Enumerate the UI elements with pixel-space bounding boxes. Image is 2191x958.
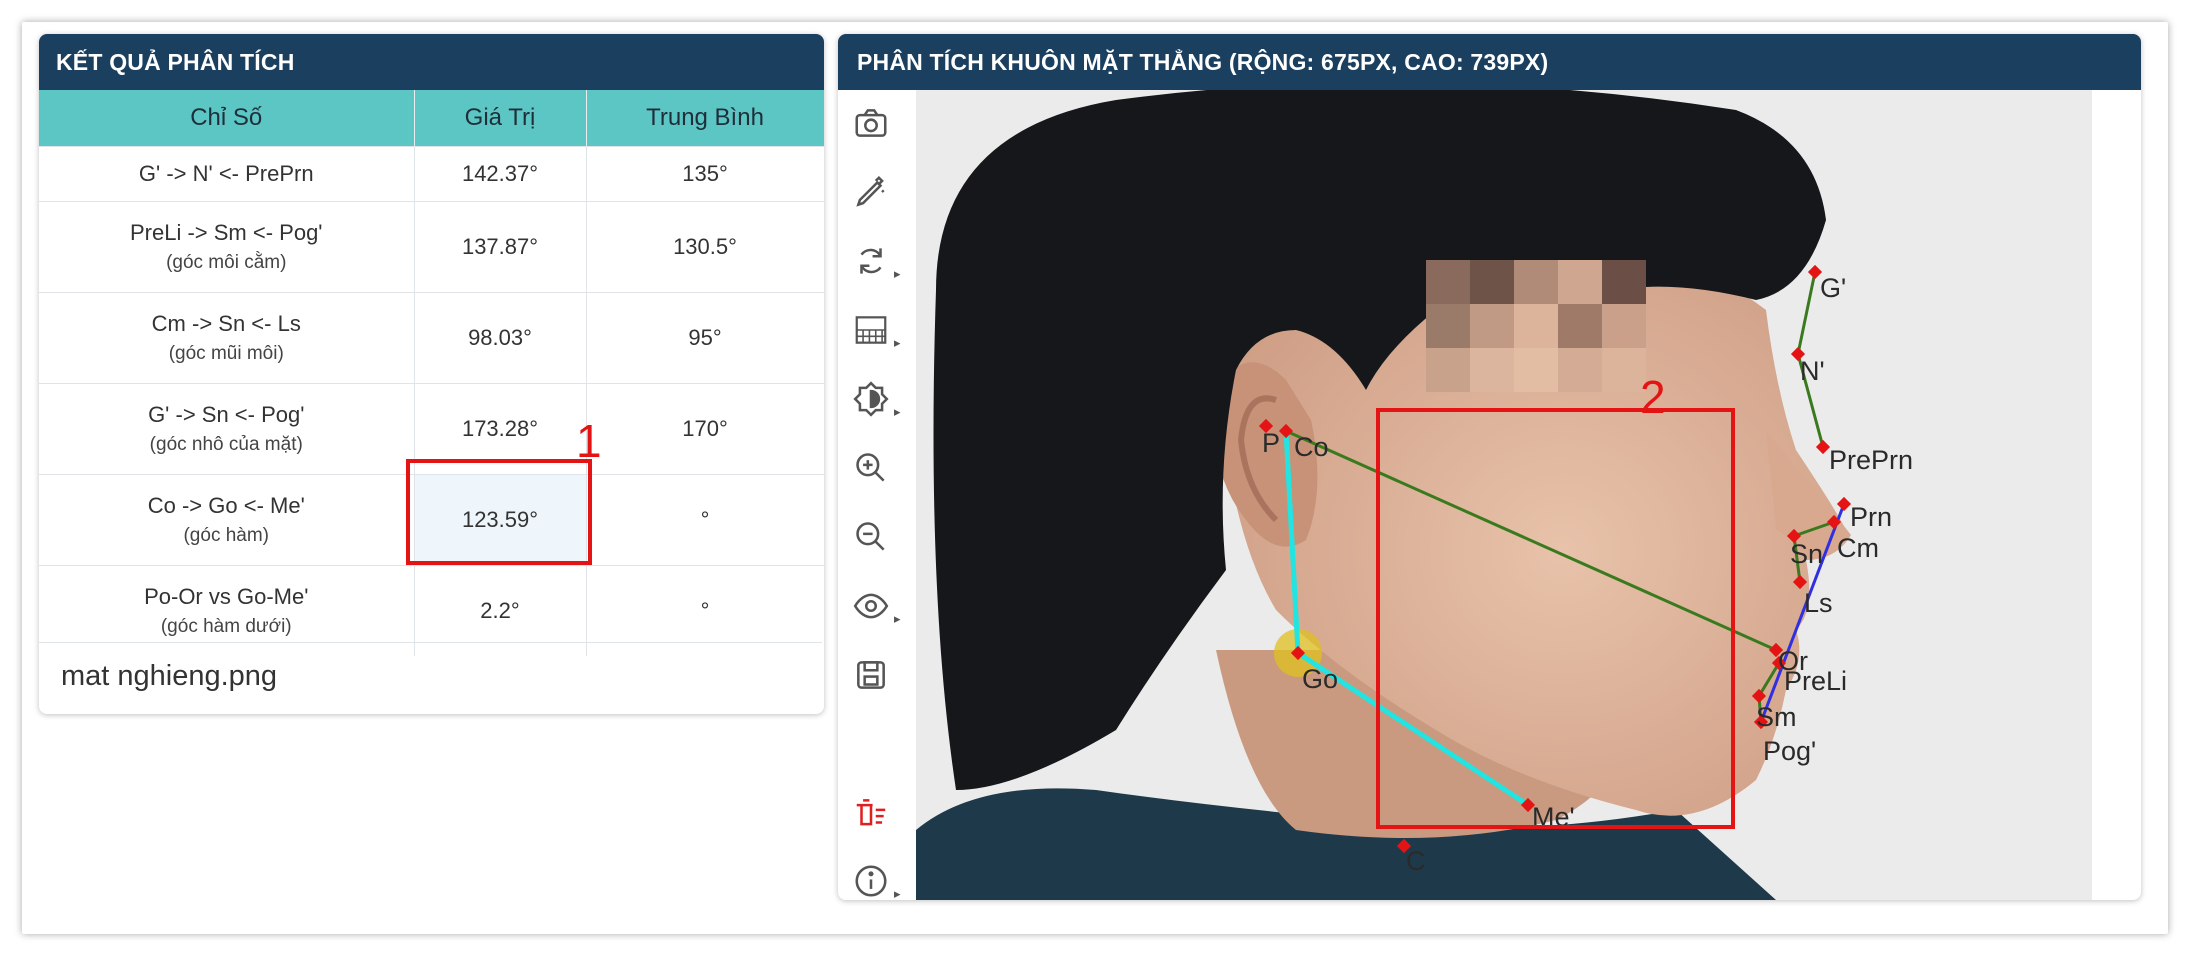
- landmark-label-cm: Cm: [1837, 533, 1879, 563]
- filename-field[interactable]: mat nghieng.png: [39, 642, 822, 710]
- mean-cell: 130.5°: [586, 201, 824, 293]
- eye-icon[interactable]: ▸: [850, 585, 901, 627]
- table-row: PreLi -> Sm <- Pog' (góc môi cằm) 137.87°…: [39, 201, 824, 293]
- annotation-label-2: 2: [1640, 371, 1666, 423]
- index-name: Cm -> Sn <- Ls: [151, 311, 301, 336]
- annotation-label-1: 1: [576, 415, 602, 467]
- chevron-right-icon: ▸: [894, 266, 901, 281]
- index-name: PreLi -> Sm <- Pog': [130, 220, 323, 245]
- landmark-label-ls: Ls: [1804, 588, 1833, 618]
- value-cell: 98.03°: [414, 292, 587, 384]
- tool-sidebar: ▸ ▸ ▸ ▸ ▸: [838, 90, 916, 900]
- info-icon[interactable]: ▸: [850, 860, 901, 900]
- mean-cell: 95°: [586, 292, 824, 384]
- clear-icon[interactable]: [850, 792, 892, 834]
- mean-cell: 170°: [586, 383, 824, 475]
- index-name: G' -> Sn <- Pog': [148, 402, 305, 427]
- save-icon[interactable]: [850, 654, 892, 696]
- landmark-label-go: Go: [1302, 664, 1338, 694]
- landmark-label-preli: PreLi: [1784, 666, 1847, 696]
- results-panel-title: KẾT QUẢ PHÂN TÍCH: [39, 34, 824, 90]
- pen-icon[interactable]: [850, 171, 892, 213]
- chevron-right-icon: ▸: [894, 611, 901, 626]
- landmark-label-pog: Pog': [1763, 736, 1816, 766]
- zoom-out-icon[interactable]: [850, 516, 892, 558]
- landmark-label-sm: Sm: [1756, 702, 1797, 732]
- mean-cell: 135°: [586, 146, 824, 202]
- landmark-label-sn: Sn: [1790, 539, 1823, 569]
- chevron-right-icon: ▸: [894, 335, 901, 350]
- index-note: (góc hàm): [183, 525, 270, 546]
- index-name: Co -> Go <- Me': [147, 493, 305, 518]
- contrast-icon[interactable]: ▸: [850, 378, 901, 420]
- column-header-index: Chỉ Số: [39, 90, 415, 147]
- landmark-label-preprn: PrePrn: [1829, 445, 1913, 475]
- value-cell: 137.87°: [414, 201, 587, 293]
- chevron-right-icon: ▸: [894, 404, 901, 419]
- index-note: (góc mũi môi): [168, 343, 284, 364]
- column-header-value: Giá Trị: [414, 90, 587, 147]
- index-cell: G' -> Sn <- Pog' (góc nhô của mặt): [39, 383, 415, 475]
- landmark-label-n: N': [1800, 356, 1825, 386]
- index-cell: Cm -> Sn <- Ls (góc mũi môi): [39, 292, 415, 384]
- pattern-icon[interactable]: ▸: [850, 309, 901, 351]
- index-cell: Co -> Go <- Me' (góc hàm): [39, 474, 415, 566]
- landmark-label-prn: Prn: [1850, 502, 1892, 532]
- landmark-label-g: G': [1820, 273, 1846, 303]
- zoom-in-icon[interactable]: [850, 447, 892, 489]
- index-cell: G' -> N' <- PrePrn: [39, 146, 415, 202]
- analysis-panel-title: PHÂN TÍCH KHUÔN MẶT THẲNG (RỘNG: 675PX, …: [838, 34, 2141, 90]
- index-cell: PreLi -> Sm <- Pog' (góc môi cằm): [39, 201, 415, 293]
- table-row: Cm -> Sn <- Ls (góc mũi môi) 98.03° 95°: [39, 292, 824, 384]
- landmark-label-po: P: [1262, 428, 1280, 458]
- index-note: (góc nhô của mặt): [149, 434, 303, 455]
- results-table: Chỉ Số Giá Trị Trung Bình G' -> N' <- Pr…: [39, 90, 824, 656]
- landmark-label-co: Co: [1294, 432, 1329, 462]
- results-panel: KẾT QUẢ PHÂN TÍCH Chỉ Số Giá Trị Trung B…: [39, 34, 824, 714]
- camera-icon[interactable]: [850, 102, 892, 144]
- table-header-row: Chỉ Số Giá Trị Trung Bình: [39, 90, 824, 147]
- column-header-mean: Trung Bình: [586, 90, 824, 147]
- value-cell: 142.37°: [414, 146, 587, 202]
- index-name: G' -> N' <- PrePrn: [138, 161, 314, 186]
- annotation-box-1: [406, 459, 592, 565]
- index-name: Po-Or vs Go-Me': [144, 584, 309, 609]
- index-note: (góc môi cằm): [166, 252, 287, 273]
- landmark-label-c: C: [1406, 846, 1426, 876]
- chevron-right-icon: ▸: [894, 886, 901, 900]
- index-note: (góc hàm dưới): [160, 616, 292, 637]
- annotation-box-2: [1376, 408, 1735, 829]
- mean-cell: °: [586, 474, 824, 566]
- blurred-eye-region: [1426, 260, 1646, 392]
- rotate-icon[interactable]: ▸: [850, 240, 901, 282]
- table-row: G' -> N' <- PrePrn 142.37° 135°: [39, 146, 824, 202]
